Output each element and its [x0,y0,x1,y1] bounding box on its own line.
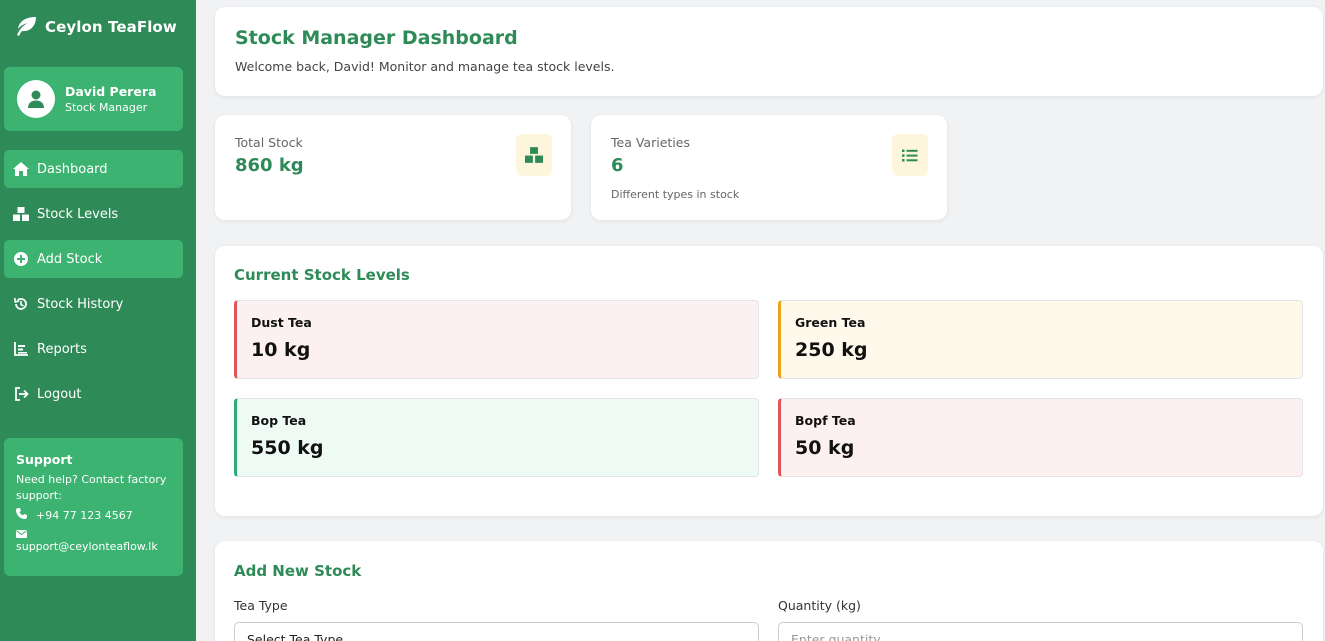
dashboard-header: Stock Manager Dashboard Welcome back, Da… [215,7,1323,96]
sidebar-item-stock-levels[interactable]: Stock Levels [4,195,183,233]
brand[interactable]: Ceylon TeaFlow [13,14,177,40]
tea-name: Dust Tea [251,315,312,330]
tea-quantity: 10 kg [251,339,311,361]
sidebar-item-logout[interactable]: Logout [4,375,183,413]
support-panel: Support Need help? Contact factory suppo… [4,438,183,576]
sidebar-item-dashboard[interactable]: Dashboard [4,150,183,188]
sidebar: Ceylon TeaFlow David Perera Stock Manage… [0,0,196,641]
sidebar-item-reports[interactable]: Reports [4,330,183,368]
welcome-message: Welcome back, David! Monitor and manage … [235,59,615,74]
stat-card-tea-varieties: Tea Varieties 6 Different types in stock [591,115,947,220]
sidebar-item-label: Stock Levels [37,206,119,222]
tea-name: Green Tea [795,315,866,330]
stock-level-item: Green Tea 250 kg [778,300,1303,379]
current-stock-levels: Current Stock Levels Dust Tea 10 kg Gree… [215,246,1323,516]
home-icon [13,161,29,177]
sidebar-item-label: Reports [37,341,87,357]
avatar [17,80,55,118]
stat-value: 860 kg [235,155,304,176]
tea-quantity: 250 kg [795,339,868,361]
history-icon [13,296,29,312]
support-text: Need help? Contact factory support: [16,473,167,502]
stock-level-item: Dust Tea 10 kg [234,300,759,379]
quantity-input[interactable] [778,622,1303,641]
tea-type-select[interactable]: Select Tea Type [234,622,759,641]
user-card: David Perera Stock Manager [4,67,183,131]
stat-subtext: Different types in stock [611,188,740,201]
phone-icon [16,508,27,524]
support-title: Support [16,452,73,467]
tea-quantity: 50 kg [795,437,855,459]
user-role: Stock Manager [65,100,148,114]
page-title: Stock Manager Dashboard [235,27,518,49]
tea-type-label: Tea Type [234,598,288,613]
chevron-down-icon [738,635,748,641]
boxes-icon [516,134,552,176]
stock-level-item: Bop Tea 550 kg [234,398,759,477]
sidebar-item-stock-history[interactable]: Stock History [4,285,183,323]
sidebar-item-add-stock[interactable]: Add Stock [4,240,183,278]
leaf-icon [13,15,39,39]
chart-icon [13,341,29,357]
sidebar-item-label: Stock History [37,296,124,312]
tea-name: Bopf Tea [795,413,856,428]
support-phone[interactable]: +94 77 123 4567 [16,508,171,524]
stat-label: Tea Varieties [611,135,690,150]
envelope-icon [16,527,171,539]
plus-circle-icon [13,251,29,267]
brand-name: Ceylon TeaFlow [45,18,177,36]
stat-value: 6 [611,155,624,176]
tea-type-selected: Select Tea Type [247,632,344,641]
sidebar-item-label: Dashboard [37,161,108,177]
support-email[interactable]: support@ceylonteaflow.lk [16,539,171,555]
quantity-label: Quantity (kg) [778,598,861,613]
stock-level-item: Bopf Tea 50 kg [778,398,1303,477]
list-icon [892,134,928,176]
stat-label: Total Stock [235,135,303,150]
boxes-icon [13,206,29,222]
user-name: David Perera [65,83,157,99]
tea-name: Bop Tea [251,413,307,428]
tea-quantity: 550 kg [251,437,324,459]
section-title: Add New Stock [234,562,362,580]
logout-icon [13,386,29,402]
sidebar-item-label: Logout [37,386,82,402]
add-new-stock-form: Add New Stock Tea Type Quantity (kg) Sel… [215,541,1323,641]
sidebar-nav: Dashboard Stock Levels Add Stock Stock H… [4,150,183,420]
section-title: Current Stock Levels [234,266,410,284]
support-phone-text: +94 77 123 4567 [36,509,133,522]
stat-card-total-stock: Total Stock 860 kg [215,115,571,220]
sidebar-item-label: Add Stock [37,251,103,267]
